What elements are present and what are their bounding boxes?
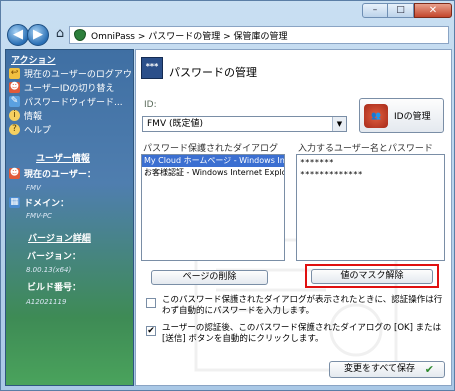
maximize-button[interactable]: □	[388, 3, 414, 18]
navigation-bar: ◀ ▶ ⌂ OmniPass > パスワードの管理 > 保管庫の管理	[5, 23, 452, 47]
masked-username[interactable]: *******	[300, 157, 441, 169]
build-label: ビルド番号：	[27, 283, 82, 293]
sidebar-item-label: ユーザーIDの切り替え	[24, 84, 115, 94]
domain-label: ドメイン：	[24, 199, 70, 209]
id-manage-button[interactable]: 👥 IDの管理	[359, 98, 444, 133]
minimize-button[interactable]: –	[362, 3, 388, 18]
sidebar-item-label: 情報	[24, 112, 43, 122]
current-user-value: FMV	[26, 184, 41, 192]
close-button[interactable]: ✕	[414, 3, 452, 18]
sidebar-item-label: ヘルプ	[24, 126, 52, 136]
version-heading: バージョン詳細	[28, 234, 91, 244]
save-all-button[interactable]: 変更をすべて保存 ✔	[329, 361, 445, 378]
user-info-heading: ユーザー情報	[36, 154, 90, 164]
switch-user-icon: ☻	[9, 82, 20, 93]
id-manage-button-label: IDの管理	[394, 112, 431, 122]
back-button[interactable]: ◀	[7, 24, 29, 46]
wizard-icon: ✎	[9, 96, 20, 107]
sidebar-item-info[interactable]: i 情報	[9, 109, 42, 122]
domain-icon: ▦	[9, 197, 20, 208]
credentials-label: 入力するユーザー名とパスワード	[298, 144, 433, 154]
domain-row: ▦ ドメイン：	[9, 196, 69, 209]
id-select[interactable]: FMV (既定値) ▼	[142, 116, 347, 132]
users-icon: 👥	[364, 103, 388, 128]
auto-fill-checkbox[interactable]	[146, 298, 156, 308]
masked-password[interactable]: *************	[300, 169, 441, 181]
sidebar-item-password-wizard[interactable]: ✎ パスワードウィザード...	[9, 95, 123, 108]
list-item[interactable]: My Cloud ホームページ - Windows In	[142, 155, 284, 167]
actions-heading: アクション	[11, 56, 56, 66]
main-panel: *** パスワードの管理 ID: FMV (既定値) ▼ 👥 IDの管理 パスワ…	[135, 49, 452, 386]
dialogs-list[interactable]: My Cloud ホームページ - Windows In お客様認証 - Win…	[141, 154, 285, 261]
checkmark-icon: ✔	[424, 363, 434, 376]
version-label: バージョン：	[27, 252, 81, 262]
sidebar-item-switch-user[interactable]: ☻ ユーザーIDの切り替え	[9, 81, 114, 94]
title-bar: – □ ✕	[1, 1, 455, 21]
info-icon: i	[9, 110, 20, 121]
password-manager-icon: ***	[141, 57, 163, 79]
dialogs-label: パスワード保護されたダイアログ	[143, 144, 279, 154]
auto-fill-label: このパスワード保護されたダイアログが表示されたときに、認証操作は行わず自動的にパ…	[162, 295, 443, 316]
credentials-box[interactable]: ******* *************	[296, 154, 445, 261]
auto-submit-label: ユーザーの認証後、このパスワード保護されたダイアログの [OK] または [送信…	[162, 323, 442, 344]
breadcrumb[interactable]: OmniPass > パスワードの管理 > 保管庫の管理	[69, 26, 449, 44]
logout-icon: ↩	[9, 68, 20, 79]
sidebar-item-label: 現在のユーザーのログアウト	[24, 70, 141, 80]
id-select-value: FMV (既定値)	[147, 119, 203, 129]
application-window: – □ ✕ ◀ ▶ ⌂ OmniPass > パスワードの管理 > 保管庫の管理…	[0, 0, 455, 391]
breadcrumb-path: OmniPass > パスワードの管理 > 保管庫の管理	[91, 31, 288, 42]
id-label: ID:	[144, 100, 157, 110]
auto-submit-checkbox[interactable]: ✔	[146, 326, 156, 336]
page-title: パスワードの管理	[169, 66, 257, 79]
version-value: 8.00.13(x64)	[26, 266, 72, 274]
help-icon: ?	[9, 124, 20, 135]
sidebar-item-help[interactable]: ? ヘルプ	[9, 123, 51, 136]
sidebar-item-logout[interactable]: ↩ 現在のユーザーのログアウト	[9, 67, 141, 80]
sidebar: アクション ↩ 現在のユーザーのログアウト ☻ ユーザーIDの切り替え ✎ パス…	[5, 49, 141, 386]
forward-button[interactable]: ▶	[27, 24, 49, 46]
delete-page-button[interactable]: ページの削除	[151, 270, 268, 285]
sidebar-item-label: パスワードウィザード...	[24, 98, 123, 108]
unmask-values-button[interactable]: 値のマスク解除	[311, 269, 433, 284]
current-user-label: 現在のユーザー：	[24, 170, 96, 180]
user-icon: ☻	[9, 168, 20, 179]
omnipass-shield-icon	[74, 29, 86, 41]
list-item[interactable]: お客様認証 - Windows Internet Explo	[142, 167, 284, 179]
home-icon[interactable]: ⌂	[52, 26, 68, 42]
domain-value: FMV-PC	[26, 212, 52, 220]
save-all-button-label: 変更をすべて保存	[344, 364, 416, 374]
chevron-down-icon[interactable]: ▼	[332, 117, 346, 131]
current-user-row: ☻ 現在のユーザー：	[9, 167, 96, 180]
build-value: A12021119	[26, 298, 67, 306]
